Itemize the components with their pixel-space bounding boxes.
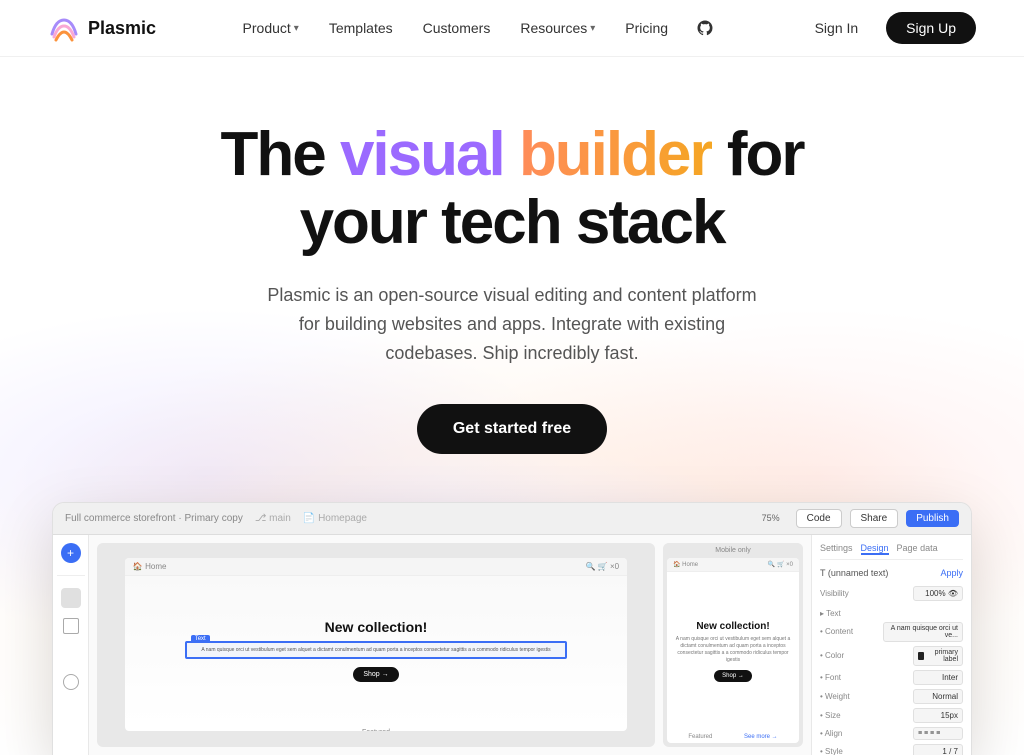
- align-label: • Align: [820, 729, 842, 738]
- share-button[interactable]: Share: [850, 509, 899, 528]
- weight-control[interactable]: Normal: [913, 689, 963, 704]
- resources-chevron-icon: ▾: [590, 23, 595, 34]
- canvas-hero-text: New collection!: [325, 620, 428, 635]
- content-value[interactable]: A nam quisque orci ut ve...: [883, 622, 963, 642]
- mobile-label: Mobile only: [663, 543, 803, 558]
- canvas-nav: 🏠 Home 🔍 🛒 ×0: [125, 558, 627, 576]
- logo-label: Plasmic: [88, 18, 156, 39]
- main-canvas: 🏠 Home 🔍 🛒 ×0 New collection! Text A nam…: [97, 543, 655, 747]
- circle-icon[interactable]: [63, 674, 79, 690]
- tab-page-data[interactable]: Page data: [897, 543, 938, 555]
- zoom-level: 75%: [762, 513, 780, 523]
- text-element-label: T (unnamed text): [820, 568, 888, 578]
- nav-templates[interactable]: Templates: [317, 14, 405, 42]
- canvas-shop-button: Shop →: [353, 667, 398, 682]
- hero-section: The visual builder for your tech stack P…: [0, 57, 1024, 755]
- canvas-featured: Featured: [125, 725, 627, 731]
- mobile-canvas: Mobile only 🏠 Home 🔍 🛒 ×0 New collection…: [663, 543, 803, 747]
- code-button[interactable]: Code: [796, 509, 842, 528]
- font-control[interactable]: Inter: [913, 670, 963, 685]
- mobile-shop-button: Shop →: [714, 670, 752, 682]
- nav-product[interactable]: Product ▾: [231, 14, 311, 42]
- diamond-icon[interactable]: [61, 644, 81, 664]
- app-screenshot: Full commerce storefront · Primary copy …: [52, 502, 972, 755]
- mobile-hero: New collection! A nam quisque orci ut ve…: [667, 572, 799, 731]
- mobile-hero-text: New collection!: [696, 621, 769, 633]
- sidebar-left: +: [53, 535, 89, 755]
- right-tabs: Settings Design Page data: [820, 543, 963, 560]
- triangle-icon[interactable]: [63, 618, 79, 634]
- publish-button[interactable]: Publish: [906, 510, 959, 527]
- visibility-control[interactable]: 100% 👁: [913, 586, 963, 601]
- sidebar-right: Settings Design Page data T (unnamed tex…: [811, 535, 971, 755]
- nav-actions: Sign In Sign Up: [799, 12, 976, 44]
- mobile-inner: 🏠 Home 🔍 🛒 ×0 New collection! A nam quis…: [667, 558, 799, 743]
- canvas-selected-text: Text A nam quisque orci ut vestibulum eg…: [185, 641, 568, 659]
- nav-resources[interactable]: Resources ▾: [508, 14, 607, 42]
- text-section-label: ▸ Text: [820, 609, 841, 618]
- visibility-label: Visibility: [820, 589, 849, 598]
- tab-settings[interactable]: Settings: [820, 543, 853, 555]
- hero-title: The visual builder for your tech stack: [20, 121, 1004, 257]
- text-badge: Text: [191, 635, 210, 643]
- app-toolbar: Full commerce storefront · Primary copy …: [53, 503, 971, 535]
- align-control[interactable]: ≡ ≡ ≡ ≡: [913, 727, 963, 740]
- mobile-featured: Featured See more →: [667, 731, 799, 743]
- mobile-sub-text: A nam quisque orci ut vestibulum eget se…: [675, 636, 791, 664]
- canvas-inner: 🏠 Home 🔍 🛒 ×0 New collection! Text A nam…: [125, 558, 627, 731]
- settings-icon[interactable]: [61, 700, 81, 720]
- size-label: • Size: [820, 711, 841, 720]
- logo-icon: [48, 12, 80, 44]
- hero-title-line2: your tech stack: [300, 188, 725, 257]
- text-section: ▸ Text • Content A nam quisque orci ut v…: [820, 609, 963, 755]
- hero-subtitle: Plasmic is an open-source visual editing…: [262, 281, 762, 367]
- app-main: 🏠 Home 🔍 🛒 ×0 New collection! Text A nam…: [89, 535, 811, 755]
- divider: [57, 575, 85, 576]
- navbar: Plasmic Product ▾ Templates Customers Re…: [0, 0, 1024, 57]
- style-control[interactable]: 1 / 7: [913, 744, 963, 755]
- content-label: • Content: [820, 627, 853, 636]
- hero-builder-word: builder: [519, 120, 712, 189]
- color-control[interactable]: primary label: [913, 646, 963, 666]
- hero-title-part1: The: [220, 120, 339, 189]
- text-element-row: T (unnamed text) Apply: [820, 568, 963, 578]
- weight-label: • Weight: [820, 692, 850, 701]
- color-label: • Color: [820, 651, 844, 660]
- app-page: 📄 Homepage: [303, 513, 367, 524]
- layers-icon[interactable]: [61, 588, 81, 608]
- cta-button[interactable]: Get started free: [417, 404, 607, 454]
- right-text-element: T (unnamed text) Apply: [820, 568, 963, 578]
- visibility-section: Visibility 100% 👁: [820, 586, 963, 601]
- hero-visual-word: visual: [340, 120, 519, 189]
- font-label: • Font: [820, 673, 841, 682]
- plus-icon[interactable]: +: [61, 543, 81, 563]
- app-branch: ⎇ main: [255, 513, 291, 524]
- signin-button[interactable]: Sign In: [799, 12, 875, 44]
- color-swatch: [918, 652, 924, 660]
- hero-title-part2: for: [712, 120, 804, 189]
- tab-design[interactable]: Design: [861, 543, 889, 555]
- style-label: • Style: [820, 747, 843, 755]
- nav-links: Product ▾ Templates Customers Resources …: [231, 13, 725, 43]
- logo[interactable]: Plasmic: [48, 12, 156, 44]
- product-chevron-icon: ▾: [294, 23, 299, 34]
- github-icon: [696, 19, 714, 37]
- apply-button[interactable]: Apply: [940, 568, 963, 578]
- nav-pricing[interactable]: Pricing: [613, 14, 680, 42]
- mobile-nav: 🏠 Home 🔍 🛒 ×0: [667, 558, 799, 572]
- nav-customers[interactable]: Customers: [411, 14, 503, 42]
- nav-github[interactable]: [686, 13, 724, 43]
- signup-button[interactable]: Sign Up: [886, 12, 976, 44]
- app-content: + 🏠 Home 🔍 🛒 ×0: [53, 535, 971, 755]
- app-title: Full commerce storefront · Primary copy: [65, 513, 243, 524]
- size-control[interactable]: 15px: [913, 708, 963, 723]
- canvas-hero: New collection! Text A nam quisque orci …: [125, 576, 627, 725]
